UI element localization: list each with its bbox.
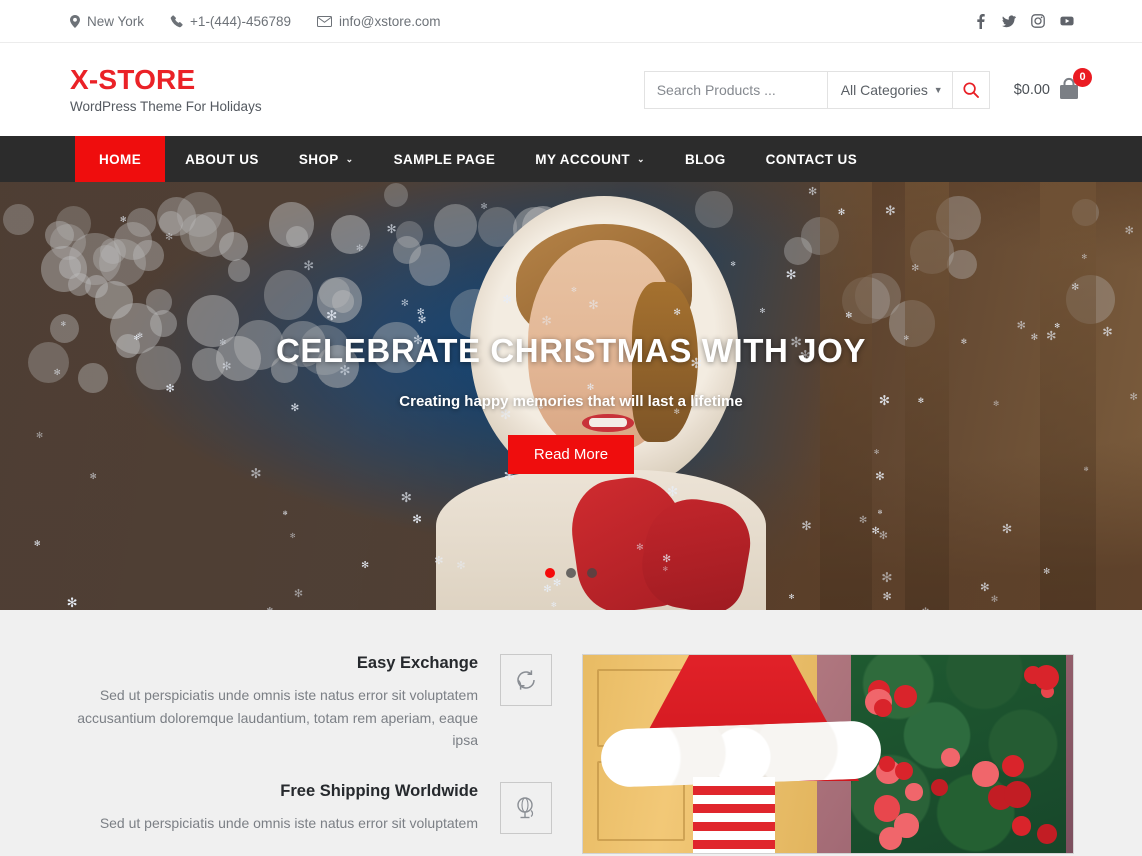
feature-description: Sed ut perspiciatis unde omnis iste natu… <box>99 815 478 832</box>
nav-label: SAMPLE PAGE <box>393 151 496 167</box>
category-select[interactable]: All Categories ▼ <box>826 71 952 108</box>
feature-item-easy-exchange: Easy Exchange Sed ut perspiciatis unde o… <box>70 654 552 752</box>
chevron-down-icon: ▼ <box>933 84 943 95</box>
chevron-down-icon: ⌄ <box>637 153 645 164</box>
slider-pagination <box>0 568 1142 578</box>
features-section: Easy Exchange Sed ut perspiciatis unde o… <box>0 610 1142 856</box>
logo-title: X-STORE <box>70 64 196 96</box>
social-links <box>973 13 1074 29</box>
cart-widget[interactable]: $0.00 0 <box>1013 67 1092 103</box>
nav-item-blog[interactable]: BLOG <box>665 136 746 182</box>
map-marker-icon <box>70 14 80 28</box>
search-icon <box>963 81 979 98</box>
nav-item-home[interactable]: HOME <box>75 136 166 182</box>
nav-label: MY ACCOUNT <box>535 151 631 167</box>
instagram-icon[interactable] <box>1031 14 1045 28</box>
search-submit-button[interactable] <box>951 71 989 108</box>
nav-item-sample-page[interactable]: SAMPLE PAGE <box>374 136 516 182</box>
phone-text: +1-(444)-456789 <box>190 13 291 29</box>
hero-slider: ✻ ✻ ✻ ✻ ✻ ✻ ✻ ✻ ✻ ✻ ✻ ✻ ✻ ✻ ✻ ✻ ✻ ✻ ✻ ✻ ✻ ✻ ✻ ✻ ✻ ✻ ✻ ✻ ✻ ✻ ✻ ✻ ✻ ✻ ✻ ✻ ✻ ✻ ✻ ✻… <box>0 182 1142 610</box>
feature-description: Sed ut perspiciatis unde omnis iste natu… <box>77 687 478 749</box>
hero-subtitle: Creating happy memories that will last a… <box>399 393 743 410</box>
youtube-icon[interactable] <box>1060 15 1074 27</box>
product-search-bar: All Categories ▼ <box>643 70 990 109</box>
feature-title: Free Shipping Worldwide <box>280 782 478 801</box>
christmas-promo-image <box>582 654 1074 854</box>
hero-caption: CELEBRATE CHRISTMAS WITH JOY Creating ha… <box>0 182 1142 610</box>
main-navigation: HOME ABOUT US SHOP ⌄ SAMPLE PAGE MY ACCO… <box>0 136 1142 182</box>
envelope-icon <box>317 15 332 27</box>
feature-title: Easy Exchange <box>356 654 478 672</box>
chevron-down-icon: ⌄ <box>345 153 354 164</box>
features-list: Easy Exchange Sed ut perspiciatis unde o… <box>70 654 552 856</box>
nav-item-shop[interactable]: SHOP ⌄ <box>279 136 374 182</box>
location-item: New York <box>70 14 144 29</box>
top-bar: New York +1-(444)-456789 info@xstore.com <box>0 0 1142 43</box>
location-text: New York <box>87 13 145 29</box>
phone-item[interactable]: +1-(444)-456789 <box>170 14 291 29</box>
nav-label: BLOG <box>685 151 726 167</box>
phone-icon <box>170 14 183 28</box>
cart-total: $0.00 <box>1013 81 1050 98</box>
logo-tagline: WordPress Theme For Holidays <box>70 98 262 114</box>
search-input[interactable] <box>644 71 827 108</box>
site-header: X-STORE WordPress Theme For Holidays All… <box>0 43 1142 136</box>
site-logo[interactable]: X-STORE WordPress Theme For Holidays <box>70 64 262 114</box>
slider-dot-1[interactable] <box>545 568 555 578</box>
cart-count-badge: 0 <box>1073 67 1092 87</box>
nav-label: ABOUT US <box>185 151 259 167</box>
slider-dot-3[interactable] <box>587 568 597 578</box>
exchange-icon <box>500 654 552 706</box>
globe-icon <box>500 782 552 835</box>
nav-item-my-account[interactable]: MY ACCOUNT ⌄ <box>515 136 665 182</box>
shopping-bag-icon: 0 <box>1056 67 1092 103</box>
slider-dot-2[interactable] <box>566 568 576 578</box>
email-item[interactable]: info@xstore.com <box>317 14 441 29</box>
email-text: info@xstore.com <box>339 13 441 29</box>
nav-label: CONTACT US <box>765 151 858 167</box>
category-select-label: All Categories <box>840 81 928 98</box>
top-bar-contact-group: New York +1-(444)-456789 info@xstore.com <box>70 14 441 29</box>
read-more-button[interactable]: Read More <box>507 435 635 474</box>
nav-item-about-us[interactable]: ABOUT US <box>165 136 279 182</box>
nav-label: SHOP <box>298 151 339 167</box>
facebook-icon[interactable] <box>973 13 987 29</box>
header-actions: All Categories ▼ $0.00 0 <box>643 67 1092 109</box>
nav-item-contact-us[interactable]: CONTACT US <box>746 136 878 182</box>
twitter-icon[interactable] <box>1002 14 1016 28</box>
nav-label: HOME <box>99 151 142 167</box>
feature-item-free-shipping: Free Shipping Worldwide Sed ut perspicia… <box>70 782 552 835</box>
hero-title: CELEBRATE CHRISTMAS WITH JOY <box>275 332 867 369</box>
